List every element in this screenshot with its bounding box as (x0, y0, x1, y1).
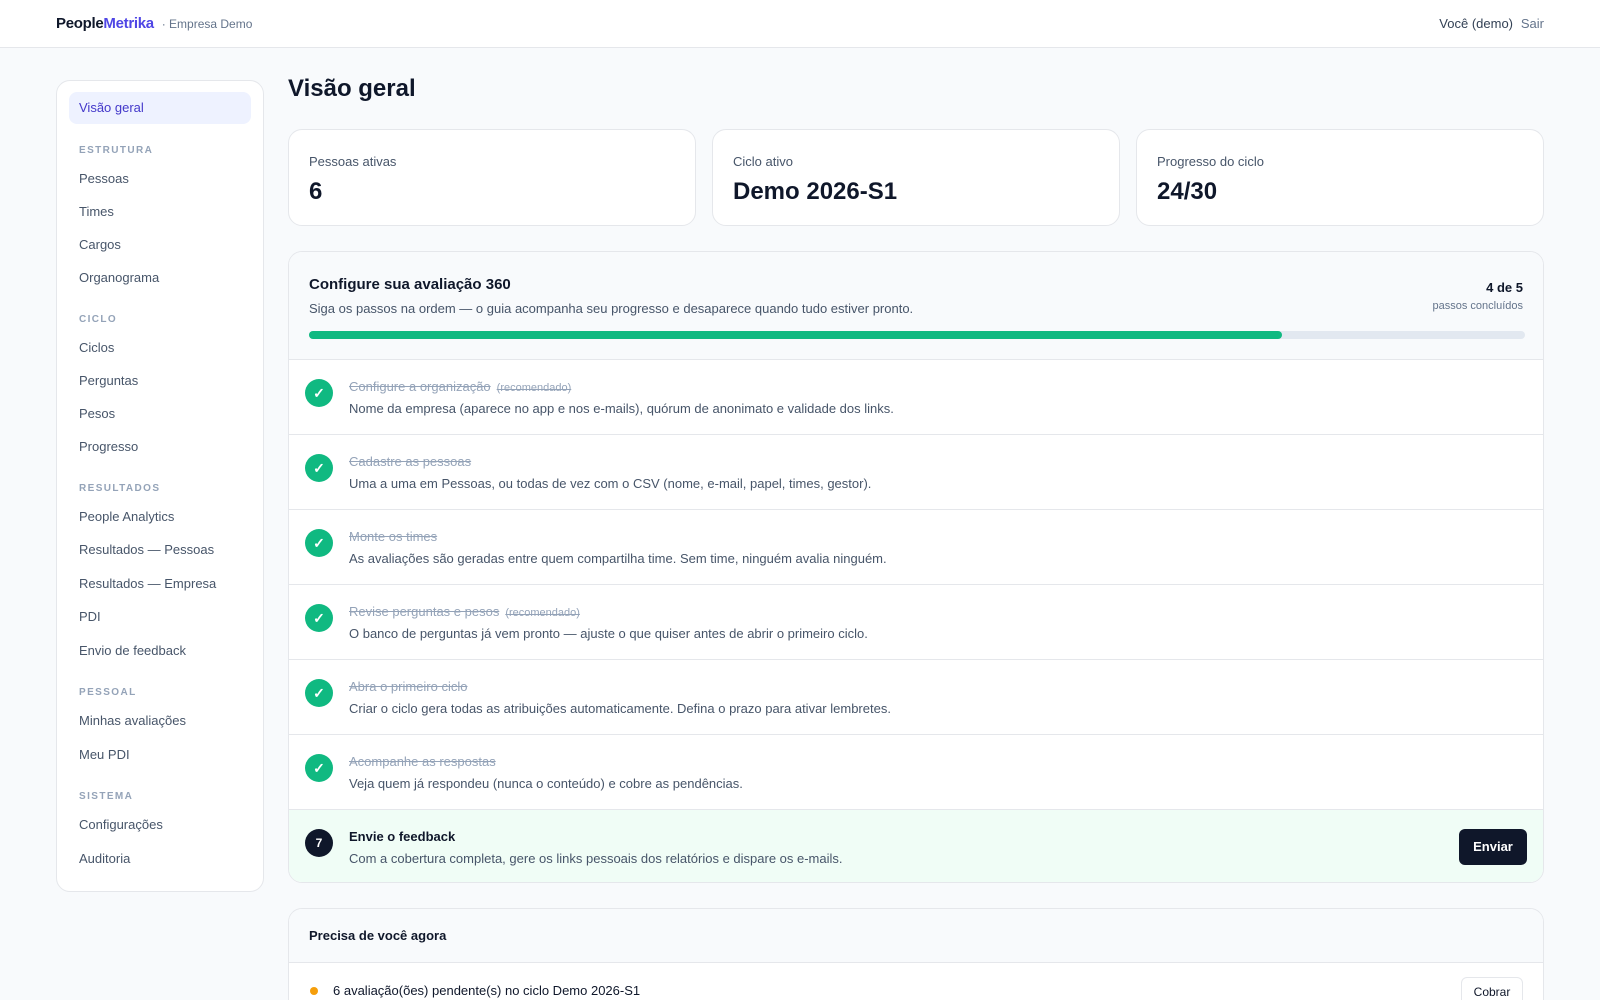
steps-completed-count: 4 de 5 (1486, 280, 1523, 295)
step-title: Envie o feedback (349, 829, 456, 844)
step-title: Acompanhe as respostas (349, 754, 496, 769)
check-icon: ✓ (305, 379, 333, 407)
check-icon: ✓ (305, 604, 333, 632)
pending-evaluations-text: 6 avaliação(ões) pendente(s) no ciclo De… (333, 983, 641, 998)
sidebar-item-resultados-pessoas[interactable]: Resultados — Pessoas (69, 534, 251, 566)
sidebar-item-configuracoes[interactable]: Configurações (69, 809, 251, 841)
step-description: Uma a uma em Pessoas, ou todas de vez co… (349, 476, 872, 491)
steps-completed-label: passos concluídos (1432, 300, 1524, 312)
sidebar-item-pesos[interactable]: Pesos (69, 398, 251, 430)
setup-step[interactable]: ✓ Cadastre as pessoas Uma a uma em Pesso… (289, 435, 1543, 510)
step-title: Configure a organização (recomendado) (349, 379, 572, 394)
sidebar-item-perguntas[interactable]: Perguntas (69, 365, 251, 397)
check-icon: ✓ (305, 754, 333, 782)
pending-status-dot (310, 987, 318, 995)
stat-value: 24/30 (1157, 178, 1218, 205)
setup-progress-bar (309, 331, 1525, 339)
send-feedback-button[interactable]: Enviar (1459, 829, 1527, 865)
step-tag: (recomendado) (505, 607, 580, 619)
setup-guide-subtitle: Siga os passos na ordem — o guia acompan… (309, 301, 914, 316)
sidebar-section-title: CICLO (79, 314, 118, 325)
stat-value: Demo 2026-S1 (733, 178, 898, 205)
collect-button[interactable]: Cobrar (1461, 977, 1523, 1000)
sidebar-item-auditoria[interactable]: Auditoria (69, 843, 251, 875)
sidebar-item-ciclos[interactable]: Ciclos (69, 332, 251, 364)
sidebar-item-progresso[interactable]: Progresso (69, 431, 251, 463)
check-icon: ✓ (305, 529, 333, 557)
sidebar-item-meu-pdi[interactable]: Meu PDI (69, 739, 251, 771)
sidebar-section-title: RESULTADOS (79, 483, 161, 494)
step-description: Nome da empresa (aparece no app e nos e-… (349, 401, 894, 416)
setup-step[interactable]: ✓ Abra o primeiro ciclo Criar o ciclo ge… (289, 660, 1543, 735)
sidebar-item-cargos[interactable]: Cargos (69, 229, 251, 261)
check-icon: ✓ (305, 454, 333, 482)
stat-label: Progresso do ciclo (1157, 154, 1264, 169)
stat-card-active-cycle: Ciclo ativo Demo 2026-S1 (712, 129, 1120, 226)
step-title: Revise perguntas e pesos (recomendado) (349, 604, 580, 619)
stat-value: 6 (309, 178, 323, 205)
setup-guide-card: Configure sua avaliação 360 Siga os pass… (288, 251, 1544, 883)
sidebar-section-title: SISTEMA (79, 791, 134, 802)
check-icon: ✓ (305, 679, 333, 707)
step-description: Criar o ciclo gera todas as atribuições … (349, 701, 891, 716)
sidebar-item-minhas-avaliacoes[interactable]: Minhas avaliações (69, 705, 251, 737)
setup-step[interactable]: ✓ Acompanhe as respostas Veja quem já re… (289, 735, 1543, 810)
setup-step[interactable]: ✓ Revise perguntas e pesos (recomendado) … (289, 585, 1543, 660)
sidebar-item-times[interactable]: Times (69, 196, 251, 228)
step-description: O banco de perguntas já vem pronto — aju… (349, 626, 868, 641)
brand-name-part2: Metrika (103, 15, 154, 32)
sidebar-item-resultados-empresa[interactable]: Resultados — Empresa (69, 568, 251, 600)
setup-step[interactable]: ✓ Monte os times As avaliações são gerad… (289, 510, 1543, 585)
logout-link[interactable]: Sair (1521, 16, 1544, 31)
setup-guide-header: Configure sua avaliação 360 Siga os pass… (289, 252, 1543, 360)
sidebar-section-title: ESTRUTURA (79, 145, 154, 156)
stat-card-active-people: Pessoas ativas 6 (288, 129, 696, 226)
step-number-badge: 7 (305, 829, 333, 857)
step-title: Abra o primeiro ciclo (349, 679, 468, 694)
sidebar-section-title: PESSOAL (79, 687, 137, 698)
sidebar-item-overview[interactable]: Visão geral (69, 92, 251, 124)
stat-label: Pessoas ativas (309, 154, 397, 169)
brand-name-part1: People (56, 15, 104, 32)
sidebar-item-organograma[interactable]: Organograma (69, 262, 251, 294)
page-title: Visão geral (288, 75, 416, 102)
sidebar-item-people-analytics[interactable]: People Analytics (69, 501, 251, 533)
setup-guide-title: Configure sua avaliação 360 (309, 276, 511, 293)
setup-step[interactable]: ✓ Configure a organização (recomendado) N… (289, 360, 1543, 435)
action-items-header: Precisa de você agora (289, 909, 1543, 963)
sidebar-item-envio-feedback[interactable]: Envio de feedback (69, 635, 251, 667)
stat-label: Ciclo ativo (733, 154, 793, 169)
step-title: Monte os times (349, 529, 438, 544)
sidebar-item-pessoas[interactable]: Pessoas (69, 163, 251, 195)
sidebar: Visão geral ESTRUTURA Pessoas Times Carg… (56, 80, 264, 892)
stat-card-cycle-progress: Progresso do ciclo 24/30 (1136, 129, 1544, 226)
step-description: As avaliações são geradas entre quem com… (349, 551, 887, 566)
step-description: Com a cobertura completa, gere os links … (349, 851, 843, 866)
top-bar: PeopleMetrika · Empresa Demo Você (demo)… (0, 0, 1600, 48)
organization-name: · Empresa Demo (161, 17, 253, 31)
setup-progress-fill (309, 331, 1282, 339)
step-title: Cadastre as pessoas (349, 454, 472, 469)
step-tag: (recomendado) (496, 382, 572, 394)
step-description: Veja quem já respondeu (nunca o conteúdo… (349, 776, 743, 791)
brand-logo[interactable]: PeopleMetrika · Empresa Demo (56, 15, 252, 32)
setup-step-current: 7 Envie o feedback Com a cobertura compl… (289, 810, 1543, 882)
action-items-card: Precisa de você agora 6 avaliação(ões) p… (288, 908, 1544, 1000)
action-items-title: Precisa de você agora (309, 928, 447, 943)
sidebar-item-pdi[interactable]: PDI (69, 601, 251, 633)
current-user: Você (demo) (1439, 16, 1513, 31)
